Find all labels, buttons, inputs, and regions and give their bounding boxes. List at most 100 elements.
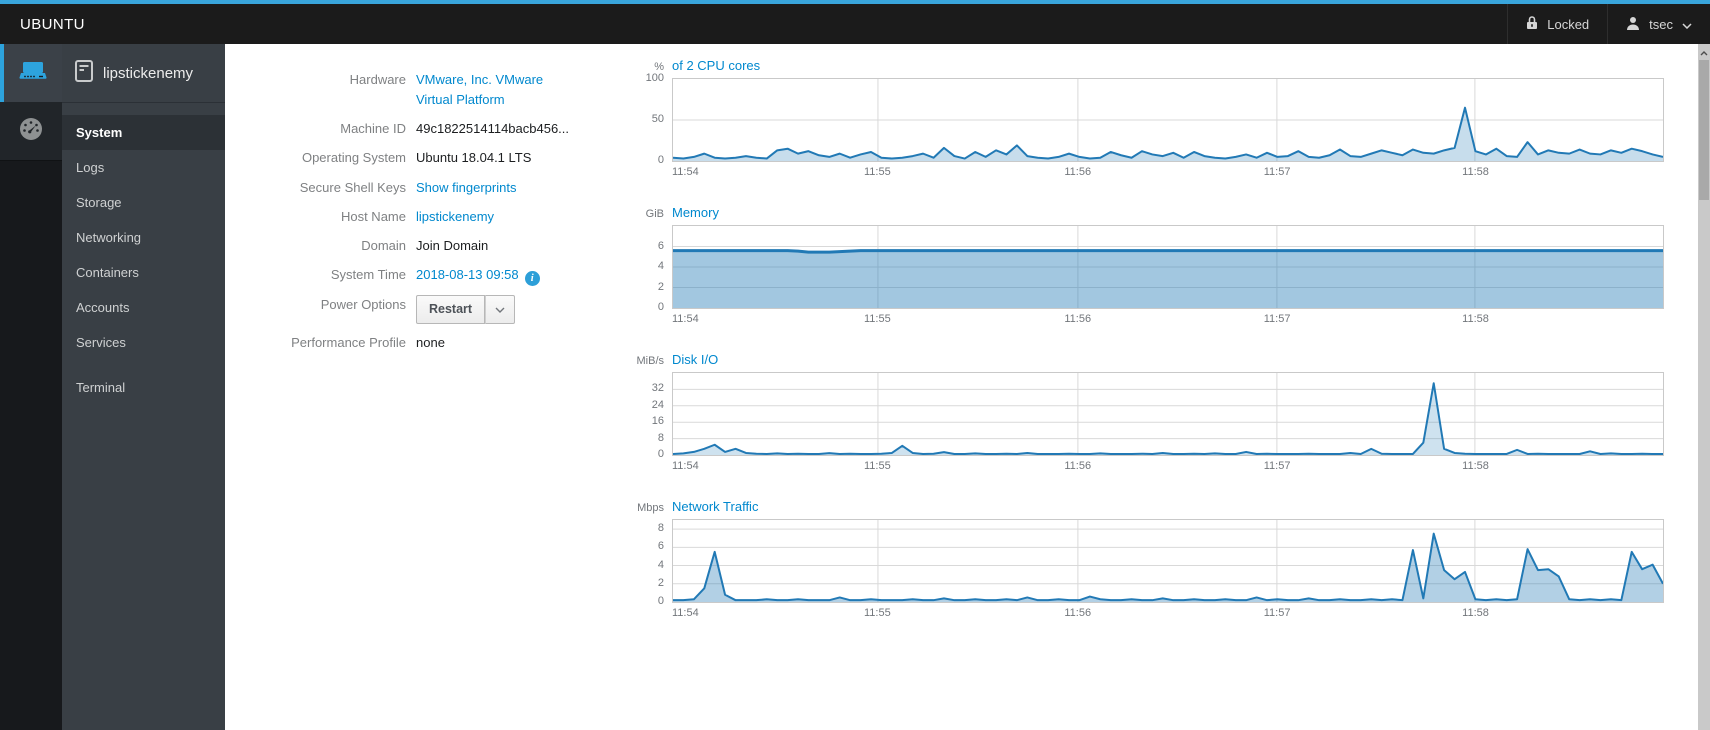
chart-row-memory: 6 4 2 0 [616, 225, 1664, 314]
info-link-hardware[interactable]: VMware, Inc. VMware Virtual Platform [416, 72, 543, 107]
info-value-domain: Join Domain [416, 237, 489, 253]
info-row-secure-shell-keys: Secure Shell Keys Show fingerprints [281, 178, 590, 198]
dashboard-button[interactable] [0, 102, 62, 161]
x-tick-label: 11:54 [672, 460, 699, 472]
info-label-machine-id: Machine ID [340, 121, 406, 137]
chart-unit-label: MiB/s [636, 355, 665, 367]
info-row-hardware: Hardware VMware, Inc. VMware Virtual Plat… [281, 70, 590, 110]
info-label-power-options: Power Options [320, 296, 406, 312]
user-name: tsec [1649, 16, 1673, 32]
y-axis: 32 24 16 8 0 [616, 372, 672, 460]
sidebar-item-storage[interactable]: Storage [62, 185, 225, 220]
sidebar-item-logs[interactable]: Logs [62, 150, 225, 185]
scroll-up-button[interactable] [1698, 44, 1710, 60]
host-icon-strip [0, 44, 62, 730]
x-tick-label: 11:58 [1462, 166, 1489, 178]
sidebar-item-accounts[interactable]: Accounts [62, 290, 225, 325]
gauge-icon [18, 116, 44, 147]
chart-header-cpu: % of 2 CPU cores [616, 58, 1664, 73]
info-label-host-name: Host Name [340, 208, 406, 224]
y-tick-label: 2 [657, 280, 664, 293]
info-link-system-time[interactable]: 2018-08-13 09:58 [416, 267, 519, 282]
y-tick-label: 24 [651, 398, 664, 411]
user-menu[interactable]: tsec [1607, 4, 1710, 44]
x-tick-label: 11:55 [863, 460, 891, 472]
power-options-button[interactable]: Restart [416, 294, 516, 325]
info-link-host-name[interactable]: lipstickenemy [416, 209, 494, 224]
sidebar-item-terminal[interactable]: Terminal [62, 370, 225, 405]
y-tick-label: 8 [657, 431, 664, 444]
info-value-power-options: Restart [416, 294, 516, 325]
info-label-performance-profile: Performance Profile [291, 335, 406, 351]
y-tick-label: 0 [657, 154, 664, 166]
chart-title-link-memory[interactable]: Memory [672, 205, 719, 220]
chart-title-link-disk-io[interactable]: Disk I/O [672, 352, 718, 367]
chevron-up-icon [1700, 43, 1708, 61]
y-axis: 6 4 2 0 [616, 225, 672, 314]
sidebar-item-system[interactable]: System [62, 115, 225, 150]
x-axis: 11:54 11:55 11:56 11:57 11:58 [672, 166, 1664, 181]
info-row-operating-system: Operating System Ubuntu 18.04.1 LTS [281, 148, 590, 168]
y-tick-label: 0 [657, 301, 664, 313]
sidebar-item-containers[interactable]: Containers [62, 255, 225, 290]
x-tick-label: 11:57 [1263, 313, 1291, 325]
info-value-performance-profile: none [416, 335, 445, 351]
y-tick-label: 8 [657, 522, 664, 535]
x-tick-label: 11:55 [863, 313, 891, 325]
y-axis: 8 6 4 2 0 [616, 519, 672, 607]
y-axis: 100 50 0 [616, 72, 672, 166]
host-strip-button[interactable] [0, 44, 62, 102]
x-tick-label: 11:57 [1263, 607, 1291, 619]
chart-title-link-network[interactable]: Network Traffic [672, 499, 758, 514]
scrollbar-thumb[interactable] [1699, 60, 1709, 200]
restart-button[interactable]: Restart [416, 294, 486, 325]
user-icon [1626, 16, 1640, 33]
y-tick-label: 0 [657, 448, 664, 460]
x-tick-label: 11:56 [1064, 166, 1092, 178]
y-tick-label: 16 [651, 415, 664, 428]
info-value-host-name: lipstickenemy [416, 207, 494, 227]
y-tick-label: 0 [657, 595, 664, 607]
chart-title-link-cpu[interactable]: of 2 CPU cores [672, 58, 760, 73]
info-link-secure-shell-keys[interactable]: Show fingerprints [416, 180, 516, 195]
x-tick-label: 11:58 [1462, 460, 1489, 472]
sidebar-nav: System Logs Storage Networking Containers Acc… [62, 103, 225, 405]
chart-header-network: Mbps Network Traffic [616, 499, 1664, 514]
chart-disk-io: MiB/s Disk I/O 32 24 16 8 0 11:54 11:55 11:56 11:5… [616, 352, 1664, 475]
y-tick-label: 50 [651, 113, 664, 125]
info-row-performance-profile: Performance Profile none [281, 333, 590, 353]
chart-unit-label: GiB [645, 208, 664, 220]
info-value-system-time: 2018-08-13 09:58 i [416, 265, 540, 286]
host-name: lipstickenemy [103, 64, 194, 82]
info-label-system-time: System Time [330, 266, 406, 282]
y-tick-label: 2 [657, 576, 664, 589]
x-tick-label: 11:54 [672, 313, 699, 325]
sidebar: lipstickenemy System Logs Storage Networkin… [62, 44, 225, 730]
x-tick-label: 11:57 [1263, 460, 1291, 472]
chart-row-cpu: 100 50 0 [616, 72, 1664, 166]
y-tick-label: 6 [657, 239, 664, 252]
vertical-scrollbar[interactable] [1698, 44, 1710, 730]
x-tick-label: 11:54 [672, 166, 699, 178]
chevron-down-icon [1682, 17, 1692, 32]
host-header[interactable]: lipstickenemy [62, 44, 225, 103]
power-options-caret-button[interactable] [485, 294, 516, 325]
chart-network: Mbps Network Traffic 8 6 4 2 0 11:54 11:55 11:56 1… [616, 499, 1664, 622]
sidebar-item-services[interactable]: Services [62, 325, 225, 360]
chevron-down-icon [495, 307, 505, 313]
x-tick-label: 11:57 [1263, 166, 1291, 178]
x-axis: 11:54 11:55 11:56 11:57 11:58 [672, 460, 1664, 475]
info-icon[interactable]: i [524, 270, 540, 286]
x-tick-label: 11:56 [1064, 460, 1092, 472]
chart-plot-network [672, 519, 1664, 603]
info-label-secure-shell-keys: Secure Shell Keys [299, 179, 406, 195]
chart-plot-disk-io [672, 372, 1664, 456]
lock-icon [1526, 15, 1538, 33]
x-axis: 11:54 11:55 11:56 11:57 11:58 [672, 313, 1664, 328]
y-tick-label: 4 [657, 558, 664, 571]
locked-label: Locked [1547, 16, 1590, 32]
sidebar-item-networking[interactable]: Networking [62, 220, 225, 255]
system-info: Hardware VMware, Inc. VMware Virtual Plat… [225, 44, 590, 730]
locked-indicator[interactable]: Locked [1507, 4, 1607, 44]
info-value-secure-shell-keys: Show fingerprints [416, 178, 516, 198]
